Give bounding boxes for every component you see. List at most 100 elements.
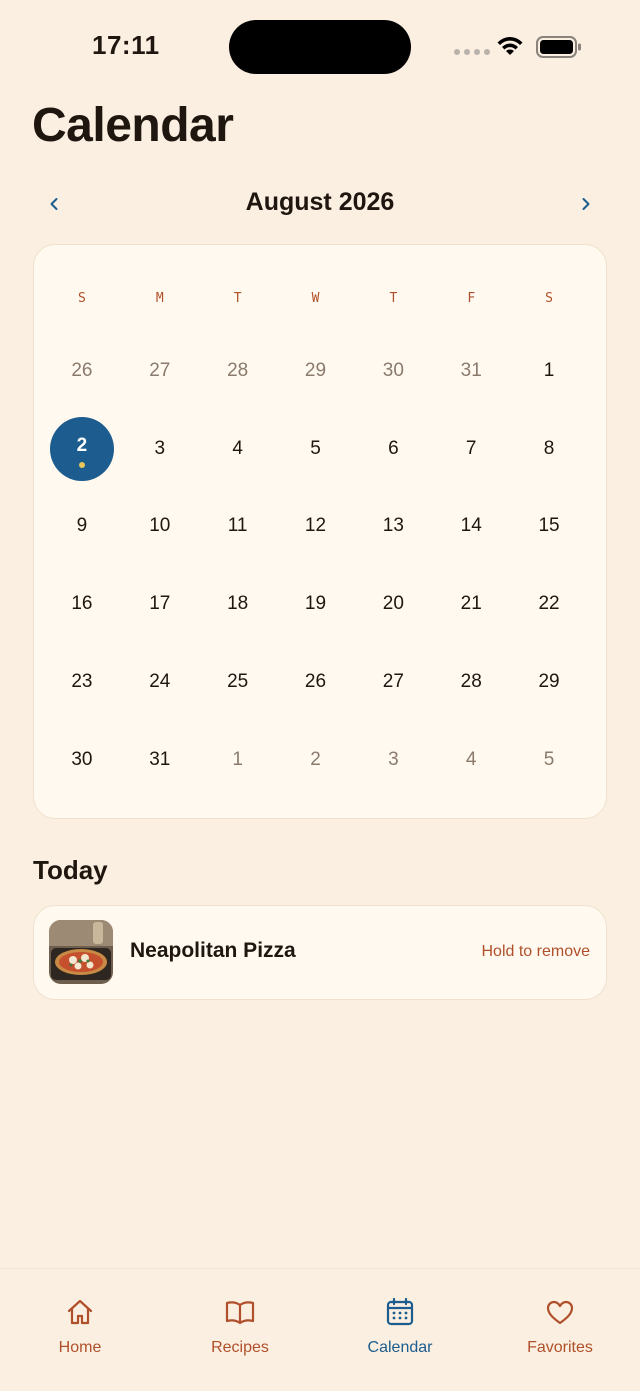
today-section-title: Today <box>33 855 108 885</box>
calendar-day[interactable]: 29 <box>277 332 355 410</box>
month-navigation: August 2026 <box>32 184 608 224</box>
tab-bar: Home Recipes Calendar Favorites <box>0 1268 640 1391</box>
day-number: 27 <box>382 671 404 693</box>
next-month-button[interactable] <box>564 184 608 224</box>
weekday-header: S M T W T F S <box>43 291 588 306</box>
meal-thumbnail <box>49 920 113 984</box>
day-number: 30 <box>382 359 404 381</box>
calendar-icon <box>386 1297 414 1326</box>
tab-favorites[interactable]: Favorites <box>480 1269 640 1369</box>
day-number: 28 <box>460 671 482 693</box>
tab-label: Recipes <box>211 1339 269 1356</box>
weekday-label: S <box>78 291 86 306</box>
calendar-day[interactable]: 30 <box>354 332 432 410</box>
calendar-day[interactable]: 3 <box>354 721 432 799</box>
tab-recipes[interactable]: Recipes <box>160 1269 320 1369</box>
calendar-day[interactable]: 6 <box>354 410 432 488</box>
calendar-day[interactable]: 30 <box>43 721 121 799</box>
day-number: 6 <box>388 437 399 459</box>
calendar-day[interactable]: 12 <box>277 488 355 566</box>
calendar-day[interactable]: 23 <box>43 643 121 721</box>
calendar-day[interactable]: 20 <box>354 565 432 643</box>
day-number: 5 <box>310 437 321 459</box>
tab-label: Home <box>58 1339 102 1356</box>
day-number: 29 <box>538 671 560 693</box>
day-number: 3 <box>154 437 166 459</box>
day-number: 22 <box>538 593 560 615</box>
day-number: 8 <box>543 437 555 459</box>
calendar-day[interactable]: 31 <box>432 332 510 410</box>
calendar-day[interactable]: 27 <box>354 643 432 721</box>
calendar-day[interactable]: 17 <box>121 565 199 643</box>
calendar-day[interactable]: 8 <box>510 410 588 488</box>
day-number: 12 <box>304 515 327 537</box>
calendar-day[interactable]: 24 <box>121 643 199 721</box>
day-number: 15 <box>538 515 560 537</box>
day-number: 2 <box>76 434 88 456</box>
calendar-day[interactable]: 1 <box>510 332 588 410</box>
calendar-day[interactable]: 28 <box>199 332 277 410</box>
calendar-day[interactable]: 9 <box>43 488 121 566</box>
day-number: 10 <box>149 515 171 537</box>
weekday-label: T <box>389 291 398 306</box>
day-number: 7 <box>465 437 477 459</box>
day-number: 17 <box>149 593 171 615</box>
day-number: 16 <box>71 593 93 615</box>
planned-meal-card[interactable]: Neapolitan Pizza Hold to remove <box>33 905 607 1000</box>
calendar-day[interactable]: 4 <box>432 721 510 799</box>
calendar-day[interactable]: 4 <box>199 410 277 488</box>
day-number: 31 <box>460 359 482 381</box>
status-time: 17:11 <box>92 30 160 60</box>
weekday-label: T <box>233 291 242 306</box>
day-number: 26 <box>304 671 327 693</box>
weekday-label: S <box>545 291 553 306</box>
day-number: 9 <box>76 515 88 537</box>
day-number: 24 <box>149 671 171 693</box>
calendar-screen: 17:11 Calendar August 2026 S M T W T F S… <box>0 0 640 1391</box>
weekday-label: F <box>467 291 476 306</box>
calendar-day[interactable]: 15 <box>510 488 588 566</box>
calendar-day[interactable]: 22 <box>510 565 588 643</box>
tab-label: Calendar <box>367 1339 433 1356</box>
calendar-card: S M T W T F S 26 27 28 29 30 31 1 2 3 4 5 6 7 8 9 10 11 1… <box>33 244 607 819</box>
calendar-day[interactable]: 26 <box>43 332 121 410</box>
calendar-day[interactable]: 28 <box>432 643 510 721</box>
calendar-day[interactable]: 11 <box>199 488 277 566</box>
weekday-label: W <box>311 291 320 306</box>
weekday-label: M <box>155 291 164 306</box>
calendar-day[interactable]: 1 <box>199 721 277 799</box>
remove-hint: Hold to remove <box>481 943 591 960</box>
calendar-day[interactable]: 31 <box>121 721 199 799</box>
day-number: 30 <box>71 748 93 770</box>
calendar-day[interactable]: 26 <box>277 643 355 721</box>
tab-calendar[interactable]: Calendar <box>320 1269 480 1369</box>
day-number: 21 <box>460 593 482 615</box>
calendar-day[interactable]: 29 <box>510 643 588 721</box>
calendar-day[interactable]: 14 <box>432 488 510 566</box>
calendar-day[interactable]: 16 <box>43 565 121 643</box>
dynamic-island <box>229 20 411 74</box>
calendar-day[interactable]: 10 <box>121 488 199 566</box>
calendar-day[interactable]: 7 <box>432 410 510 488</box>
calendar-day[interactable]: 5 <box>277 410 355 488</box>
tab-home[interactable]: Home <box>0 1269 160 1369</box>
day-number: 11 <box>227 515 248 537</box>
calendar-day[interactable]: 21 <box>432 565 510 643</box>
battery-icon <box>536 36 581 58</box>
calendar-day[interactable]: 19 <box>277 565 355 643</box>
day-number: 27 <box>149 359 171 381</box>
calendar-day[interactable]: 13 <box>354 488 432 566</box>
day-number: 2 <box>310 748 321 770</box>
calendar-day[interactable]: 27 <box>121 332 199 410</box>
pizza-photo-icon <box>49 920 113 984</box>
calendar-day[interactable]: 2 <box>277 721 355 799</box>
calendar-day[interactable]: 3 <box>121 410 199 488</box>
calendar-day-selected[interactable]: 2 <box>43 410 121 488</box>
calendar-day[interactable]: 18 <box>199 565 277 643</box>
day-number: 4 <box>232 437 243 459</box>
day-number: 13 <box>382 515 404 537</box>
day-number: 18 <box>227 593 249 615</box>
calendar-day[interactable]: 25 <box>199 643 277 721</box>
calendar-day[interactable]: 5 <box>510 721 588 799</box>
day-number: 1 <box>543 359 555 381</box>
